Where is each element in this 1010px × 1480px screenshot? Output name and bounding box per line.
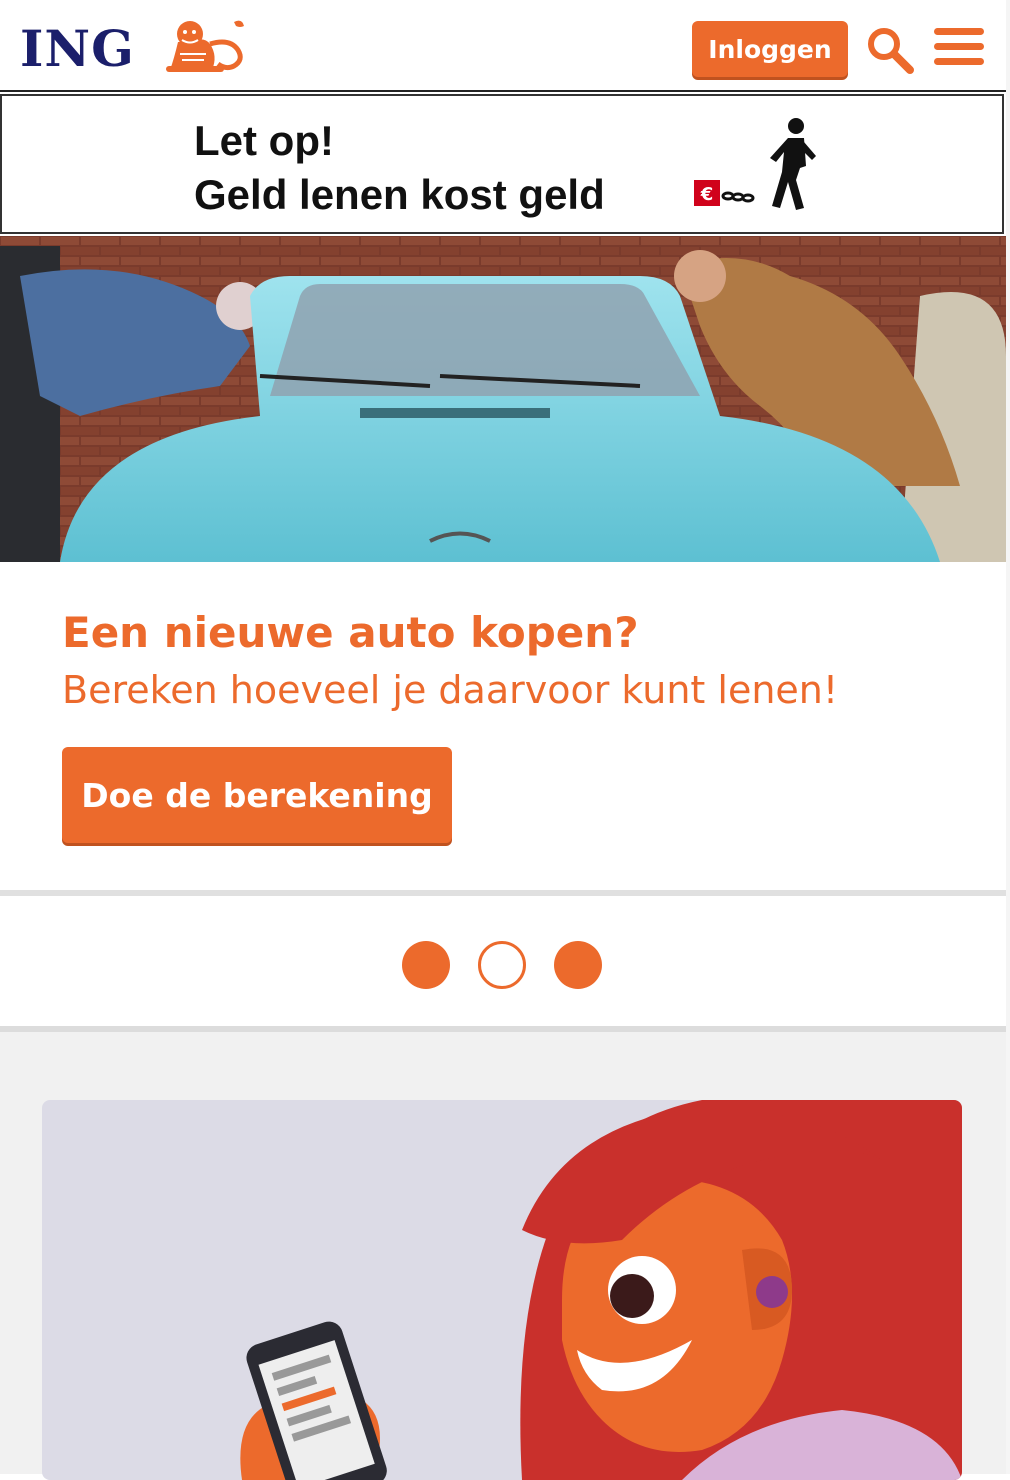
loan-warning-banner: Let op! Geld lenen kost geld € bbox=[0, 94, 1004, 234]
viewport-edge bbox=[1006, 0, 1010, 1474]
warning-line-2: Geld lenen kost geld bbox=[194, 171, 605, 218]
carousel-dot-3[interactable] bbox=[554, 941, 602, 989]
walking-man-chain-icon: € bbox=[694, 118, 816, 210]
carousel-dot-1[interactable] bbox=[402, 941, 450, 989]
promo-section: Een nieuwe auto kopen? Bereken hoeveel j… bbox=[0, 562, 1006, 890]
hamburger-menu-icon[interactable] bbox=[934, 28, 984, 70]
warning-line-1: Let op! bbox=[194, 117, 334, 164]
promo-title: Een nieuwe auto kopen? bbox=[62, 608, 639, 657]
site-header: ING Inloggen bbox=[0, 0, 1010, 92]
carousel-dot-2-active[interactable] bbox=[478, 941, 526, 989]
illustration-card[interactable] bbox=[42, 1100, 962, 1480]
calculate-button[interactable]: Doe de berekening bbox=[62, 747, 452, 843]
login-button[interactable]: Inloggen bbox=[692, 21, 848, 77]
euro-symbol: € bbox=[700, 184, 714, 205]
hero-image-car bbox=[0, 236, 1006, 562]
lower-section bbox=[0, 1032, 1006, 1480]
carousel-pagination bbox=[0, 896, 1006, 1026]
ing-logo[interactable]: ING bbox=[20, 20, 135, 78]
woman-with-phone-illustration bbox=[240, 1100, 962, 1480]
promo-subtitle: Bereken hoeveel je daarvoor kunt lenen! bbox=[62, 668, 839, 712]
lion-logo-icon[interactable] bbox=[160, 14, 250, 74]
search-icon[interactable] bbox=[866, 26, 914, 74]
warning-text: Let op! Geld lenen kost geld bbox=[194, 114, 605, 222]
